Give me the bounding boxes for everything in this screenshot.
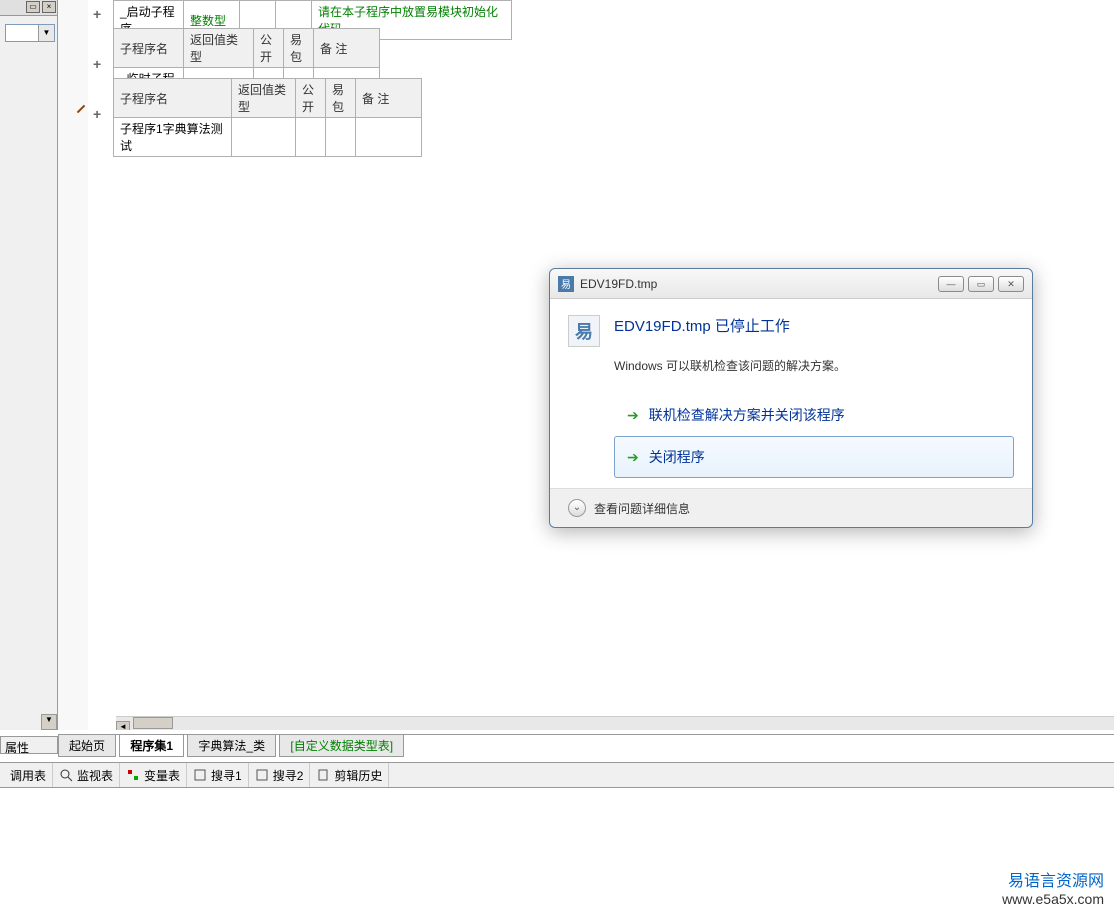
crash-dialog: 易 EDV19FD.tmp — ▭ ✕ 易 EDV19FD.tmp 已停止工作 … — [549, 268, 1033, 528]
option-close-program[interactable]: ➔ 关闭程序 — [614, 436, 1014, 478]
header-cell: 公开 — [254, 29, 284, 68]
cell[interactable] — [232, 118, 296, 157]
editor-tabs: 起始页 程序集1 字典算法_类 [自定义数据类型表] — [58, 734, 1114, 754]
properties-label[interactable]: 属性 — [0, 736, 58, 754]
app-small-icon: 易 — [558, 276, 574, 292]
tab-program-set-1[interactable]: 程序集1 — [119, 735, 184, 757]
details-link[interactable]: 查看问题详细信息 — [594, 500, 690, 517]
chevron-down-icon: ▼ — [38, 25, 54, 41]
app-icon: 易 — [568, 315, 600, 347]
option-label: 联机检查解决方案并关闭该程序 — [649, 405, 845, 425]
header-cell: 备 注 — [356, 79, 422, 118]
watermark-cn: 易语言资源网 — [1002, 867, 1104, 891]
clip-history-button[interactable]: 剪辑历史 — [310, 763, 389, 787]
toolbar-label: 搜寻2 — [273, 767, 304, 784]
toolbar-label: 剪辑历史 — [334, 767, 382, 784]
cell[interactable] — [296, 118, 326, 157]
watch-table-button[interactable]: 监视表 — [53, 763, 120, 787]
close-button[interactable]: ✕ — [998, 276, 1024, 292]
header-cell: 返回值类型 — [232, 79, 296, 118]
toolbar-label: 监视表 — [77, 767, 113, 784]
cell[interactable] — [356, 118, 422, 157]
clipboard-icon — [316, 768, 330, 782]
arrow-right-icon: ➔ — [627, 449, 639, 466]
expand-icon[interactable]: + — [93, 106, 101, 122]
search-2-button[interactable]: 搜寻2 — [249, 763, 311, 787]
chevron-down-icon[interactable]: ⌄ — [568, 499, 586, 517]
scroll-left-button[interactable]: ◄ — [116, 721, 130, 730]
tab-custom-data-types[interactable]: [自定义数据类型表] — [279, 735, 404, 757]
search-icon — [255, 768, 269, 782]
horizontal-scrollbar[interactable]: ◄ — [116, 716, 1114, 730]
scroll-down-button[interactable]: ▼ — [41, 714, 57, 730]
editor-gutter — [58, 0, 88, 730]
dialog-sub-text: Windows 可以联机检查该问题的解决方案。 — [614, 357, 1014, 374]
panel-close-button[interactable]: × — [42, 1, 56, 13]
tab-dict-algorithm-class[interactable]: 字典算法_类 — [187, 735, 276, 757]
search-1-button[interactable]: 搜寻1 — [187, 763, 249, 787]
dialog-body: 易 EDV19FD.tmp 已停止工作 Windows 可以联机检查该问题的解决… — [550, 299, 1032, 488]
panel-titlebar: ▭ × — [0, 0, 57, 16]
dialog-main-text: EDV19FD.tmp 已停止工作 — [614, 315, 790, 336]
cell-name[interactable]: 子程序1字典算法测试 — [114, 118, 232, 157]
cell[interactable] — [326, 118, 356, 157]
expand-icon[interactable]: + — [93, 56, 101, 72]
search-icon — [193, 768, 207, 782]
table-header: 子程序名 返回值类型 公开 易包 备 注 — [114, 29, 380, 68]
header-cell: 子程序名 — [114, 29, 184, 68]
watermark-en: www.e5a5x.com — [1002, 891, 1104, 907]
svg-text:易: 易 — [561, 279, 571, 291]
option-label: 关闭程序 — [649, 447, 705, 467]
tab-start-page[interactable]: 起始页 — [58, 735, 116, 757]
call-table-button[interactable]: 调用表 — [4, 763, 53, 787]
expand-icon[interactable]: + — [93, 6, 101, 22]
minimize-button[interactable]: — — [938, 276, 964, 292]
scroll-thumb[interactable] — [133, 717, 173, 729]
procedure-table-3: 子程序名 返回值类型 公开 易包 备 注 子程序1字典算法测试 — [113, 78, 422, 157]
dialog-title: EDV19FD.tmp — [580, 277, 938, 291]
dialog-titlebar[interactable]: 易 EDV19FD.tmp — ▭ ✕ — [550, 269, 1032, 299]
header-cell: 返回值类型 — [184, 29, 254, 68]
header-cell: 易包 — [326, 79, 356, 118]
table-row[interactable]: 子程序1字典算法测试 — [114, 118, 422, 157]
variable-table-button[interactable]: 变量表 — [120, 763, 187, 787]
toolbar-label: 变量表 — [144, 767, 180, 784]
panel-dropdown[interactable]: ▼ — [5, 24, 55, 42]
maximize-button[interactable]: ▭ — [968, 276, 994, 292]
header-cell: 备 注 — [314, 29, 380, 68]
option-check-online[interactable]: ➔ 联机检查解决方案并关闭该程序 — [614, 394, 1014, 436]
toolbar-label: 搜寻1 — [211, 767, 242, 784]
variable-icon — [126, 768, 140, 782]
arrow-right-icon: ➔ — [627, 407, 639, 424]
table-header: 子程序名 返回值类型 公开 易包 备 注 — [114, 79, 422, 118]
toolbar-label: 调用表 — [10, 767, 46, 784]
header-cell: 易包 — [284, 29, 314, 68]
magnifier-icon — [59, 768, 73, 782]
bottom-toolbar: 调用表 监视表 变量表 搜寻1 搜寻2 剪辑历史 — [0, 762, 1114, 788]
header-cell: 公开 — [296, 79, 326, 118]
dialog-footer: ⌄ 查看问题详细信息 — [550, 488, 1032, 527]
panel-restore-button[interactable]: ▭ — [26, 1, 40, 13]
left-panel: ▭ × ▼ ▼ — [0, 0, 58, 730]
header-cell: 子程序名 — [114, 79, 232, 118]
watermark: 易语言资源网 www.e5a5x.com — [1002, 867, 1104, 907]
